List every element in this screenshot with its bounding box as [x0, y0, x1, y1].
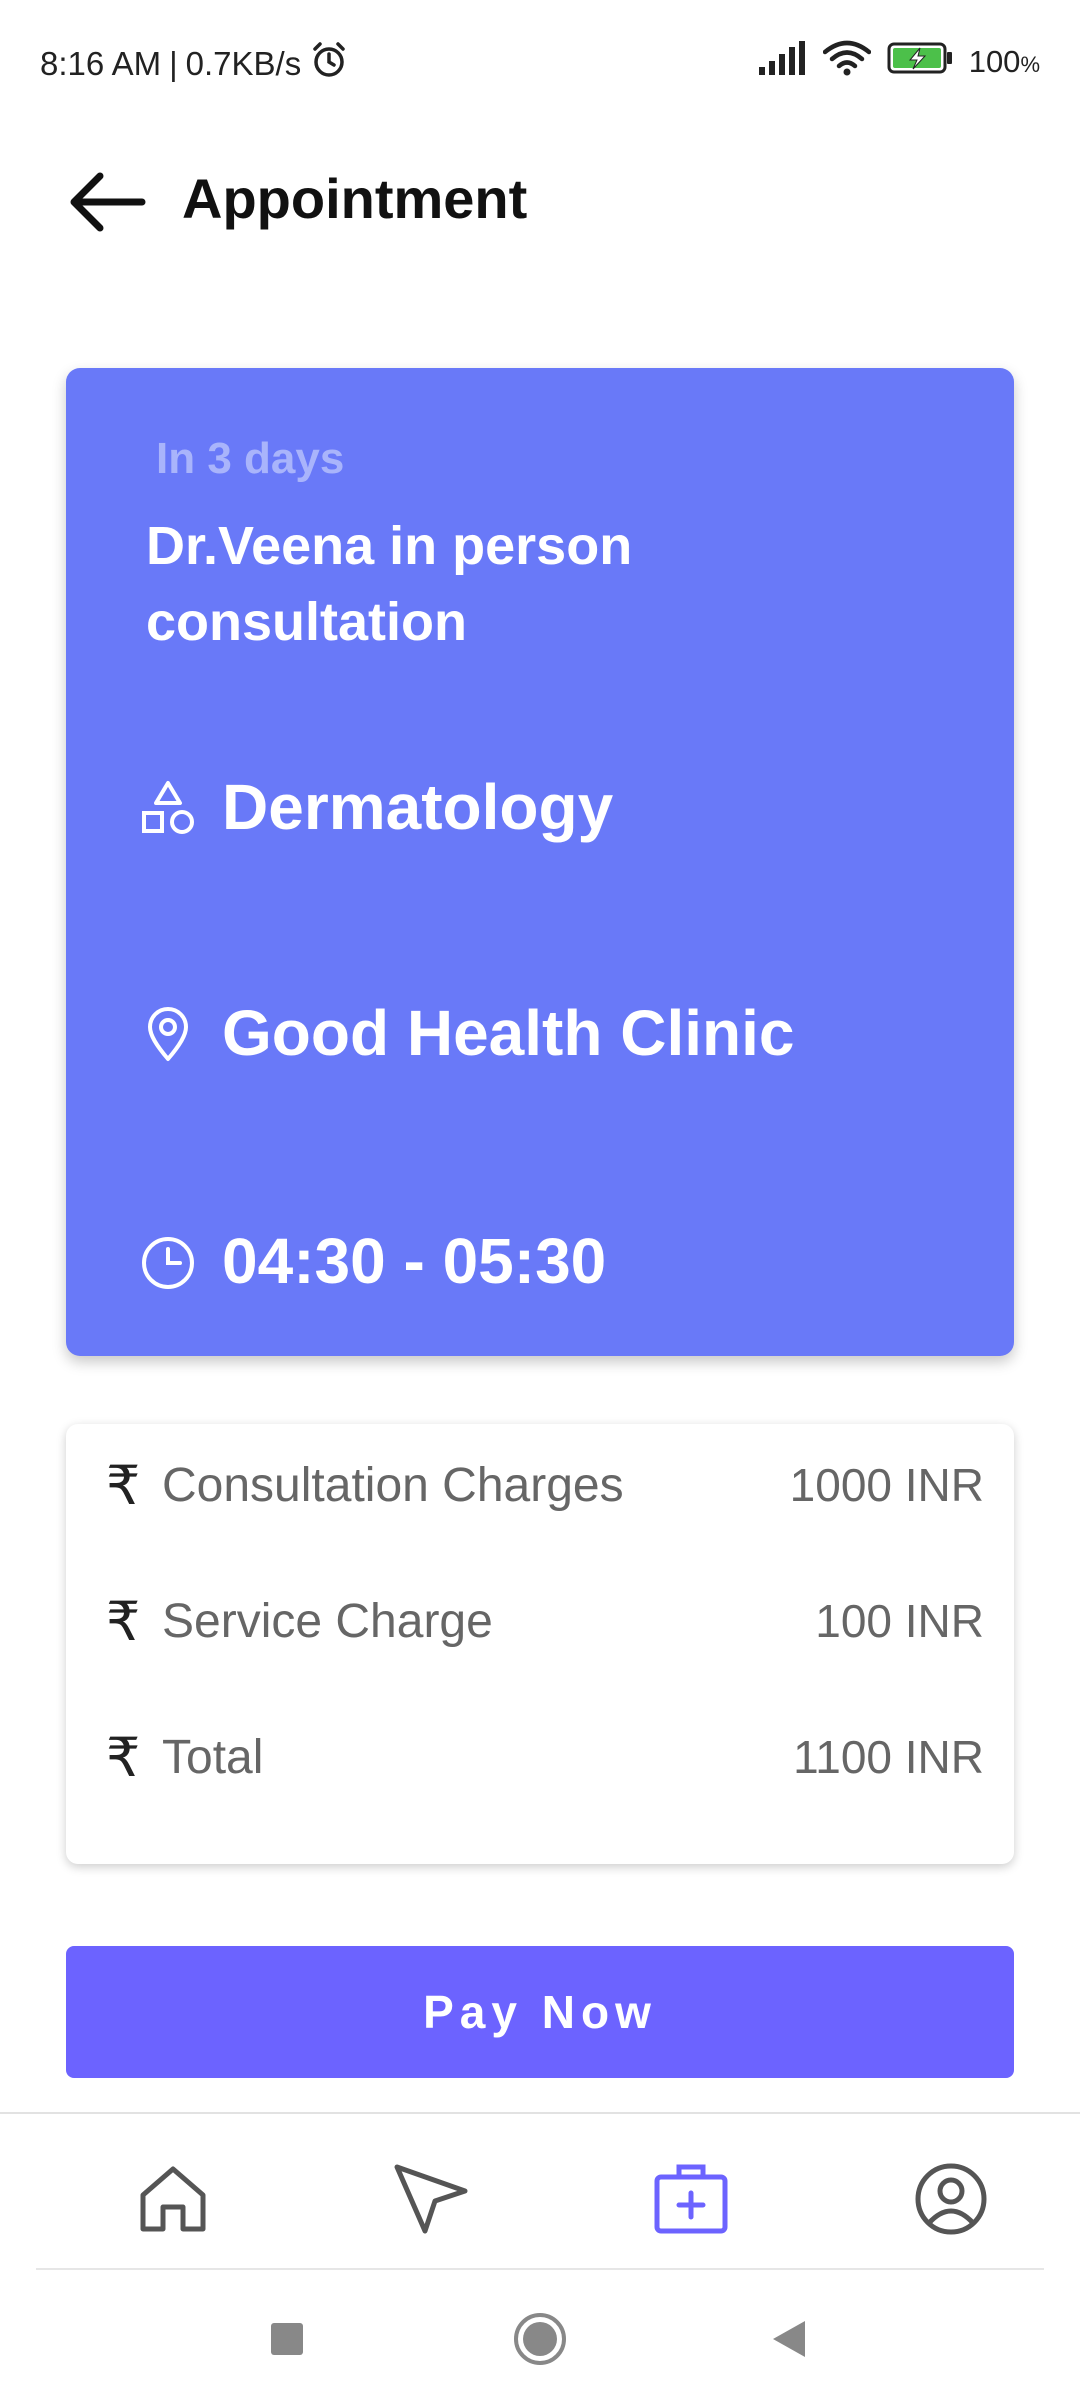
alarm-icon — [309, 40, 349, 88]
charge-value: 1000 INR — [789, 1459, 984, 1511]
home-icon — [140, 2166, 206, 2232]
nav-home[interactable] — [128, 2154, 218, 2244]
charge-row-total: ₹ Total 1100 INR — [106, 1722, 984, 1792]
system-nav-bar — [0, 2280, 1080, 2400]
shapes-icon — [138, 777, 198, 837]
status-separator: | — [169, 45, 178, 82]
status-bar: 8:16 AM | 0.7KB/s 100% — [0, 0, 1080, 120]
nav-divider — [36, 2268, 1044, 2270]
status-right: 100% — [757, 40, 1040, 84]
triangle-back-icon — [773, 2321, 805, 2357]
navigation-arrow-icon — [394, 2164, 468, 2234]
time-slot-text: 04:30 - 05:30 — [222, 1225, 607, 1297]
battery-icon — [887, 41, 953, 83]
circle-home-icon — [514, 2313, 566, 2365]
user-circle-icon — [915, 2163, 987, 2235]
time-row: 04:30 - 05:30 — [138, 1224, 606, 1298]
system-back-button[interactable] — [754, 2304, 824, 2374]
clinic-text: Good Health Clinic — [222, 997, 795, 1069]
specialty-text: Dermatology — [222, 771, 614, 843]
pay-now-button[interactable]: Pay Now — [66, 1946, 1014, 2078]
status-left: 8:16 AM | 0.7KB/s — [40, 40, 349, 88]
charge-value: 1100 INR — [793, 1731, 984, 1783]
appointment-card[interactable]: In 3 days Dr.Veena in person consultatio… — [66, 368, 1014, 1356]
medical-kit-icon — [654, 2164, 728, 2234]
charge-row-consultation: ₹ Consultation Charges 1000 INR — [106, 1450, 984, 1520]
bottom-nav — [0, 2112, 1080, 2270]
system-home-button[interactable] — [505, 2304, 575, 2374]
appointment-relative-date: In 3 days — [156, 434, 345, 483]
clinic-row: Good Health Clinic — [138, 996, 794, 1070]
system-recents-button[interactable] — [252, 2304, 322, 2374]
rupee-icon: ₹ — [106, 1455, 141, 1516]
rupee-icon: ₹ — [106, 1591, 141, 1652]
nav-appointments[interactable] — [646, 2154, 736, 2244]
page-title: Appointment — [182, 167, 528, 230]
specialty-row: Dermatology — [138, 770, 613, 844]
signal-icon — [757, 41, 807, 83]
app-header: Appointment — [0, 150, 1080, 250]
back-button[interactable] — [66, 170, 150, 234]
square-recents-icon — [271, 2323, 303, 2355]
status-network-speed: 0.7KB/s — [185, 45, 302, 82]
clock-icon — [138, 1231, 198, 1291]
location-pin-icon — [138, 1003, 198, 1063]
nav-navigate[interactable] — [386, 2154, 476, 2244]
charges-card: ₹ Consultation Charges 1000 INR ₹ Servic… — [66, 1424, 1014, 1864]
status-time: 8:16 AM — [40, 45, 162, 82]
wifi-icon — [822, 40, 871, 84]
appointment-title: Dr.Veena in person consultation — [146, 516, 633, 652]
rupee-icon: ₹ — [106, 1727, 141, 1788]
nav-profile[interactable] — [906, 2154, 996, 2244]
charge-label: Service Charge — [162, 1594, 493, 1648]
charge-label: Consultation Charges — [162, 1458, 624, 1512]
charge-row-service: ₹ Service Charge 100 INR — [106, 1586, 984, 1656]
battery-percentage: 100% — [968, 44, 1040, 79]
charge-label: Total — [162, 1730, 264, 1784]
arrow-left-icon — [70, 172, 146, 232]
charge-value: 100 INR — [815, 1595, 984, 1647]
